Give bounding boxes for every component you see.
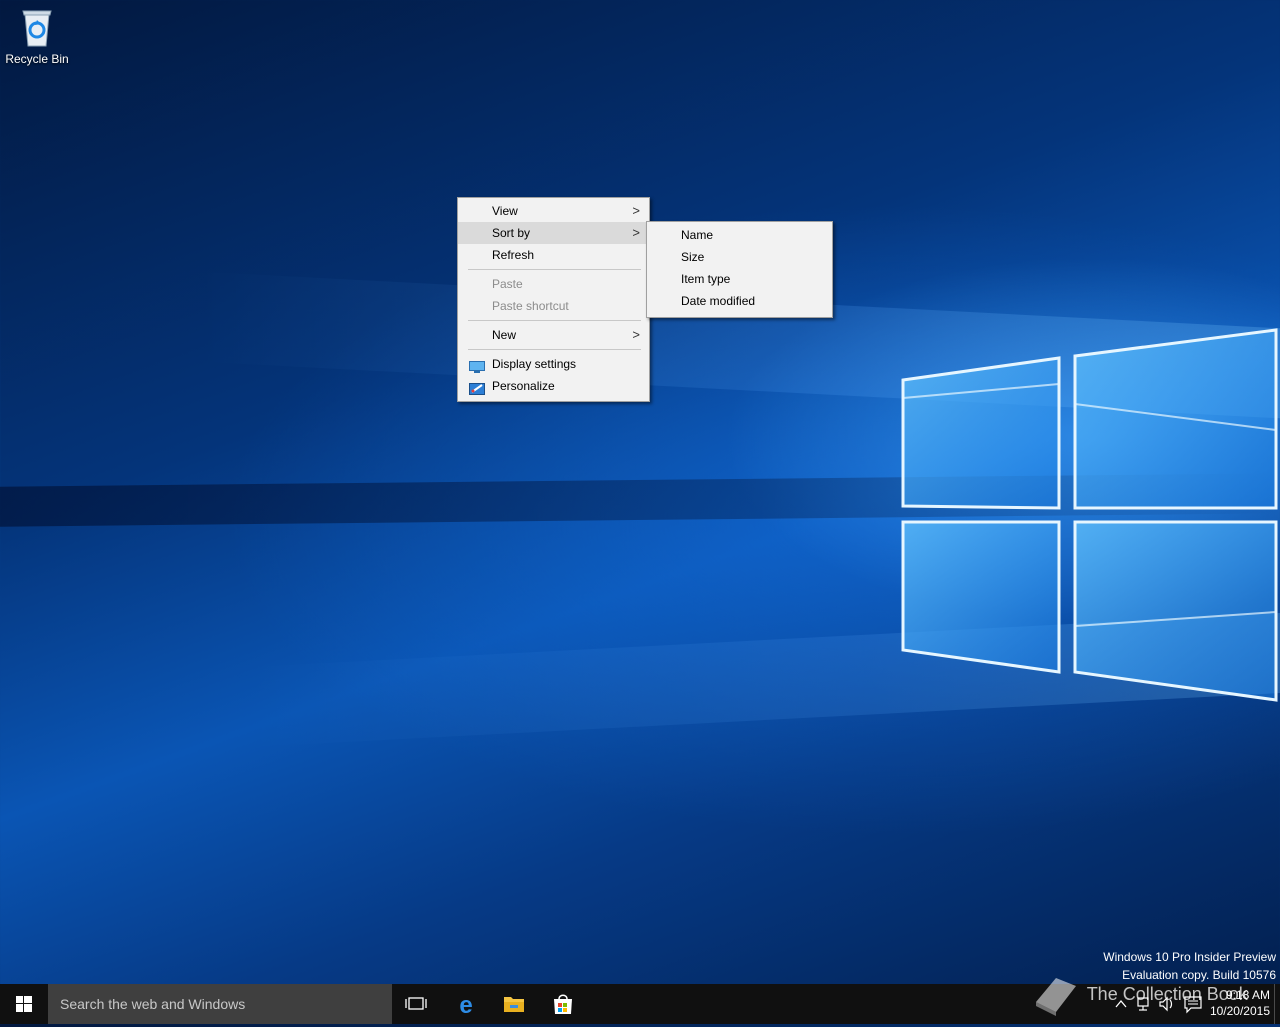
store-button[interactable] [539,984,587,1024]
chevron-right-icon: > [632,327,640,342]
menu-item-label: Paste [492,277,523,291]
menu-item-refresh[interactable]: Refresh [458,244,649,266]
submenu-item-date-modified[interactable]: Date modified [647,290,832,312]
wallpaper-light-beam [250,613,1280,747]
menu-item-view[interactable]: View > [458,200,649,222]
wallpaper-shadow-beam [0,473,1280,527]
search-placeholder: Search the web and Windows [60,996,246,1012]
windows-logo-wallpaper [901,328,1278,702]
edge-icon: e [459,992,472,1019]
svg-text:e: e [459,992,472,1019]
display-settings-icon [469,358,485,373]
windows-start-icon [16,996,32,1012]
menu-item-label: New [492,328,517,342]
chevron-right-icon: > [632,225,640,240]
menu-item-label: Paste shortcut [492,299,569,313]
menu-item-label: View [492,204,518,218]
menu-item-paste-shortcut: Paste shortcut [458,295,649,317]
desktop-icon-recycle-bin[interactable]: Recycle Bin [4,6,70,66]
menu-item-display-settings[interactable]: Display settings [458,353,649,375]
menu-item-sort-by[interactable]: Sort by > [458,222,649,244]
menu-item-personalize[interactable]: Personalize [458,375,649,397]
submenu-item-name[interactable]: Name [647,224,832,246]
store-icon [554,994,572,1014]
file-explorer-button[interactable] [490,984,538,1024]
menu-item-label: Personalize [492,379,555,393]
menu-item-label: Display settings [492,357,577,371]
desktop-icon-label: Recycle Bin [5,52,69,66]
sort-by-submenu: Name Size Item type Date modified [646,221,833,318]
menu-item-new[interactable]: New > [458,324,649,346]
menu-separator [468,269,641,270]
book-icon [1036,978,1076,1016]
collection-book-watermark: The Collection Book [1030,972,1248,1018]
personalize-icon [469,380,485,395]
search-box[interactable]: Search the web and Windows [48,984,392,1024]
start-button[interactable] [0,984,48,1024]
file-explorer-icon [504,997,524,1012]
task-view-button[interactable] [392,984,440,1024]
menu-separator [468,320,641,321]
desktop-context-menu: View > Sort by > Refresh Paste Paste sho… [457,197,650,402]
menu-separator [468,349,641,350]
task-view-icon [405,997,427,1010]
recycle-bin-icon [17,6,57,50]
chevron-right-icon: > [632,203,640,218]
edge-button[interactable]: e [442,984,490,1024]
submenu-item-item-type[interactable]: Item type [647,268,832,290]
watermark-line: Windows 10 Pro Insider Preview [1103,950,1276,964]
submenu-item-size[interactable]: Size [647,246,832,268]
menu-item-label: Refresh [492,248,535,262]
show-desktop-button[interactable] [1274,984,1280,1024]
watermark-text: The Collection Book [1086,983,1248,1004]
menu-item-paste: Paste [458,273,649,295]
menu-item-label: Sort by [492,226,531,240]
